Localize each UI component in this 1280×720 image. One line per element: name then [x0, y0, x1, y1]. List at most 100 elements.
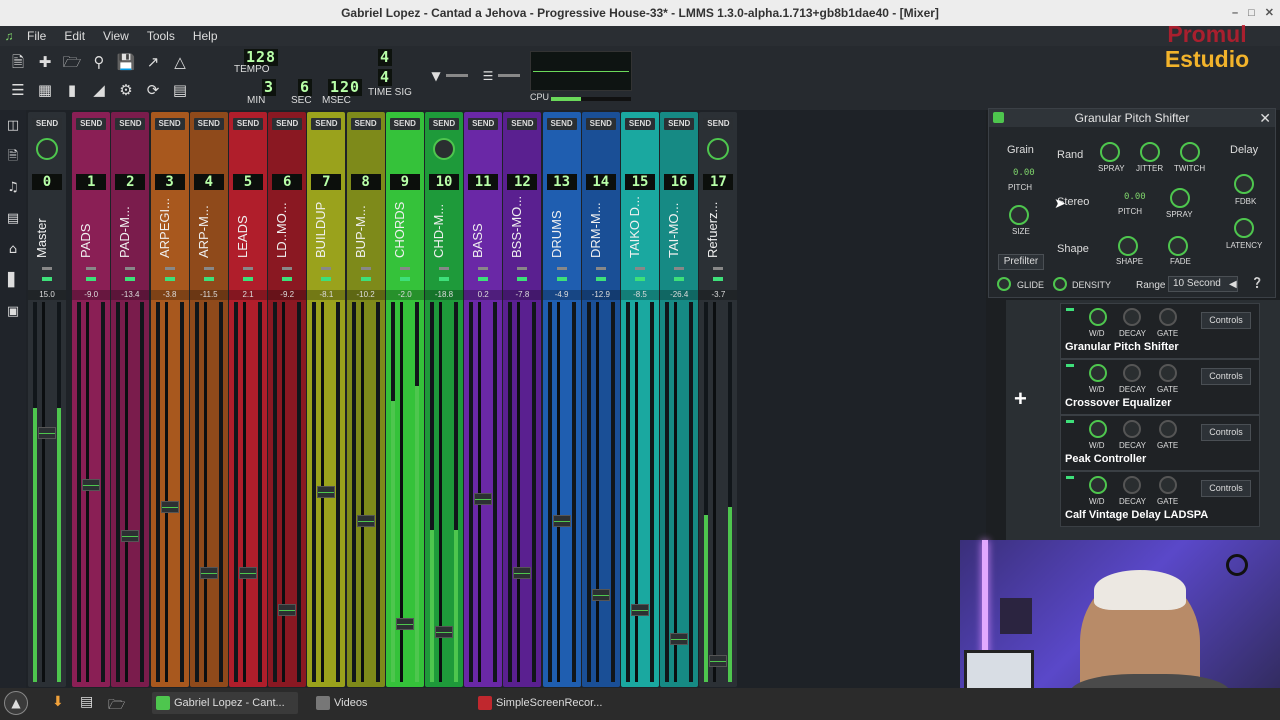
channel-name[interactable]: Refuerz... [705, 196, 731, 258]
open-folder-icon[interactable]: 🗁 [62, 52, 82, 72]
menu-tools[interactable]: Tools [138, 29, 184, 43]
help-icon[interactable]: ❔ [1251, 278, 1263, 289]
send-button[interactable]: SEND [350, 118, 381, 130]
decay-knob[interactable] [1123, 420, 1141, 438]
send-button[interactable]: SEND [193, 118, 224, 130]
solo-toggle[interactable] [243, 277, 253, 281]
send-button[interactable]: SEND [664, 118, 695, 130]
taskbar-item-lmms[interactable]: Gabriel Lopez - Cant... [152, 692, 298, 714]
send-button[interactable]: SEND [546, 118, 577, 130]
send-amount-knob[interactable] [433, 138, 455, 160]
mixer-channel[interactable]: SEND 9 CHORDS -2.0 [385, 112, 424, 687]
volume-fader-handle[interactable] [670, 633, 689, 645]
mute-toggle[interactable] [635, 267, 645, 270]
solo-toggle[interactable] [399, 277, 410, 281]
solo-toggle[interactable] [713, 277, 724, 281]
mixer-channel[interactable]: SEND 1 PADS -9.0 [72, 112, 111, 687]
close-window-icon[interactable]: ✕ [1265, 0, 1274, 26]
channel-name[interactable]: LD..MO... [274, 196, 300, 258]
mute-toggle[interactable] [556, 267, 567, 270]
grain-pitch-value[interactable]: 0.00 [1013, 168, 1035, 178]
volume-fader-handle[interactable] [709, 655, 728, 667]
root-directory-icon[interactable]: ▋ [0, 265, 26, 296]
solo-toggle[interactable] [517, 277, 528, 281]
mute-toggle[interactable] [282, 267, 293, 270]
recent-files-icon[interactable]: ⚲ [89, 52, 109, 72]
mixer-channel[interactable]: SEND 7 BUILDUP -8.1 [307, 112, 346, 687]
volume-fader-handle[interactable] [395, 618, 414, 630]
home-icon[interactable]: ⌂ [0, 234, 26, 265]
fx-slot[interactable]: W/D DECAY GATE Controls Granular Pitch Shift… [1060, 303, 1260, 359]
fdbk-knob[interactable] [1234, 174, 1254, 194]
projects-icon[interactable]: 🗎 [0, 141, 26, 172]
send-button[interactable]: SEND [468, 118, 499, 130]
send-amount-knob[interactable] [707, 138, 730, 160]
stereo-spray-knob[interactable] [1170, 188, 1190, 208]
channel-name[interactable]: TAIKO D... [627, 196, 653, 258]
mute-toggle[interactable] [595, 267, 606, 270]
wet-dry-knob[interactable] [1089, 308, 1107, 326]
volume-fader-handle[interactable] [552, 515, 571, 527]
channel-name[interactable]: CHORDS [392, 196, 418, 258]
channel-name[interactable]: ARPEGI... [157, 196, 183, 258]
volume-fader-handle[interactable] [474, 493, 493, 505]
master-pitch-slider[interactable] [498, 74, 520, 77]
gate-knob[interactable] [1159, 476, 1177, 494]
fx-controls-button[interactable]: Controls [1201, 480, 1251, 497]
send-button[interactable]: SEND [76, 118, 107, 130]
twitch-knob[interactable] [1180, 142, 1200, 162]
send-button[interactable]: SEND [115, 118, 146, 130]
channel-name[interactable]: PAD-M... [117, 196, 143, 258]
mute-toggle[interactable] [321, 267, 332, 270]
channel-name[interactable]: BSS-MO... [509, 196, 535, 258]
fx-enable-led[interactable] [1066, 308, 1074, 311]
gate-knob[interactable] [1159, 308, 1177, 326]
master-channel[interactable]: SEND 0 Master 15.0 [28, 112, 66, 687]
mute-toggle[interactable] [164, 267, 175, 270]
size-knob[interactable] [1009, 205, 1029, 225]
send-button[interactable]: SEND [32, 118, 62, 130]
channel-name[interactable]: CHD-M... [431, 196, 457, 258]
solo-toggle[interactable] [674, 277, 685, 281]
mute-toggle[interactable] [243, 267, 253, 270]
decay-knob[interactable] [1123, 308, 1141, 326]
controller-rack-icon[interactable]: ⟳ [143, 80, 163, 100]
automation-editor-icon[interactable]: ◢ [89, 80, 109, 100]
send-button[interactable]: SEND [507, 118, 538, 130]
master-pitch-icon[interactable]: ☰ [478, 66, 498, 86]
channel-name[interactable]: BASS [470, 196, 496, 258]
export-icon[interactable]: ↗ [143, 52, 163, 72]
metronome-icon[interactable]: △ [170, 52, 190, 72]
piano-roll-icon[interactable]: ▮ [62, 80, 82, 100]
mute-toggle[interactable] [125, 267, 136, 270]
jitter-knob[interactable] [1140, 142, 1160, 162]
mixer-channel[interactable]: SEND 17 Refuerz... -3.7 [699, 112, 738, 687]
downloads-icon[interactable]: ⬇ [52, 694, 64, 710]
beat-editor-icon[interactable]: ▦ [35, 80, 55, 100]
mute-toggle[interactable] [203, 267, 214, 270]
wet-dry-knob[interactable] [1089, 364, 1107, 382]
new-file-icon[interactable]: 🗎 [8, 52, 28, 72]
volume-fader-handle[interactable] [278, 604, 297, 616]
channel-name[interactable]: DRM-M... [588, 196, 614, 258]
shape-knob[interactable] [1118, 236, 1138, 256]
density-knob[interactable] [1053, 277, 1067, 291]
volume-fader-handle[interactable] [121, 530, 140, 542]
mixer-icon[interactable]: ⚙ [116, 80, 136, 100]
menu-view[interactable]: View [94, 29, 138, 43]
volume-fader-handle[interactable] [435, 626, 453, 638]
send-button[interactable]: SEND [429, 118, 459, 130]
mixer-channel[interactable]: SEND 12 BSS-MO... -7.8 [503, 112, 542, 687]
send-button[interactable]: SEND [389, 118, 420, 130]
solo-toggle[interactable] [42, 277, 52, 281]
solo-toggle[interactable] [125, 277, 136, 281]
dropdown-arrow-icon[interactable]: ◀ [1229, 279, 1237, 290]
fx-enable-led[interactable] [1066, 476, 1074, 479]
mute-toggle[interactable] [360, 267, 371, 270]
master-volume-icon[interactable]: ▼ [426, 66, 446, 86]
send-amount-knob[interactable] [36, 138, 58, 160]
volume-fader-handle[interactable] [199, 567, 218, 579]
mixer-channel[interactable]: SEND 14 DRM-M... -12.9 [581, 112, 620, 687]
prefilter-button[interactable]: Prefilter [998, 254, 1044, 270]
channel-name[interactable]: DRUMS [549, 196, 575, 258]
